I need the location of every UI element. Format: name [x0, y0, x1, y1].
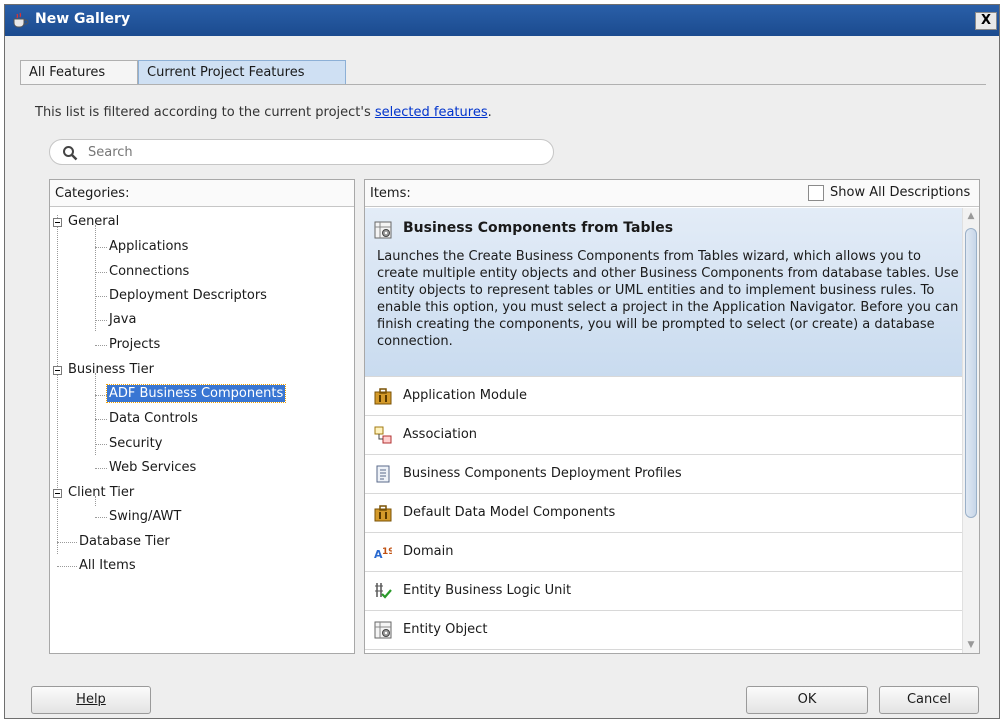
tree-connector	[95, 395, 107, 396]
filter-notice-text: This list is filtered according to the c…	[35, 105, 375, 120]
title-bar: New Gallery X	[5, 5, 999, 36]
list-item-application-module[interactable]: Application Module	[365, 377, 963, 416]
scroll-down-icon[interactable]: ▼	[966, 640, 976, 650]
tree-connector	[95, 444, 107, 445]
tree-node-deployment-descriptors[interactable]: Deployment Descriptors	[107, 287, 269, 304]
tree-node-client-tier[interactable]: Client Tier	[66, 484, 136, 501]
tree-connector	[95, 247, 107, 248]
items-scrollbar[interactable]: ▲ ▼	[962, 208, 979, 653]
filter-notice: This list is filtered according to the c…	[35, 105, 492, 120]
tab-current-project-features[interactable]: Current Project Features	[138, 60, 346, 85]
filter-notice-suffix: .	[487, 105, 492, 120]
domain-icon: A 19	[374, 547, 392, 561]
item-name: Entity Business Logic Unit	[403, 583, 572, 598]
tree-node-data-controls[interactable]: Data Controls	[107, 410, 200, 427]
item-description: Launches the Create Business Components …	[377, 249, 959, 349]
item-name: Default Data Model Components	[403, 505, 616, 520]
ok-button[interactable]: OK	[746, 686, 868, 714]
association-icon	[374, 426, 392, 444]
help-button[interactable]: Help	[31, 686, 151, 714]
deployment-profile-icon	[376, 465, 390, 483]
tree-node-connections[interactable]: Connections	[107, 263, 191, 280]
selected-features-link[interactable]: selected features	[375, 105, 488, 120]
list-item-business-components-from-tables[interactable]: Business Components from Tables Launches…	[365, 208, 963, 377]
categories-panel: Categories: General Applications Connect…	[49, 179, 355, 654]
scroll-up-icon[interactable]: ▲	[966, 211, 976, 221]
search-input[interactable]	[86, 143, 536, 162]
show-all-descriptions-checkbox[interactable]	[808, 185, 824, 201]
tree-node-applications[interactable]: Applications	[107, 238, 190, 255]
tree-connector	[95, 419, 107, 420]
tree-connector	[95, 373, 96, 455]
tree-connector	[95, 320, 107, 321]
tab-all-features[interactable]: All Features	[20, 60, 138, 85]
application-module-icon	[374, 388, 392, 405]
list-item-association[interactable]: Association	[365, 416, 963, 455]
tree-node-security[interactable]: Security	[107, 435, 164, 452]
svg-text:19: 19	[382, 547, 392, 557]
close-button[interactable]: X	[975, 12, 997, 30]
data-model-icon	[374, 505, 392, 522]
collapse-general-icon[interactable]	[53, 218, 62, 227]
item-name: Business Components Deployment Profiles	[403, 466, 682, 481]
tree-node-adf-business-components[interactable]: ADF Business Components	[105, 384, 287, 403]
list-item-deployment-profiles[interactable]: Business Components Deployment Profiles	[365, 455, 963, 494]
tab-divider	[20, 84, 986, 85]
collapse-business-tier-icon[interactable]	[53, 366, 62, 375]
item-name: Entity Object	[403, 622, 488, 637]
show-all-descriptions-label[interactable]: Show All Descriptions	[830, 185, 970, 200]
tree-node-business-tier[interactable]: Business Tier	[66, 361, 156, 378]
items-panel: Items: Show All Descriptions Business Co…	[364, 179, 980, 654]
item-name: Application Module	[403, 388, 528, 403]
search-box[interactable]	[49, 139, 554, 165]
tree-connector	[57, 215, 58, 554]
tree-connector	[95, 272, 107, 273]
tree-connector	[57, 566, 77, 567]
tree-connector	[95, 345, 107, 346]
tree-node-general[interactable]: General	[66, 213, 121, 230]
collapse-client-tier-icon[interactable]	[53, 489, 62, 498]
categories-label: Categories:	[55, 186, 130, 201]
coffee-cup-icon	[13, 12, 29, 28]
item-name: Business Components from Tables	[403, 220, 674, 236]
tree-node-swing-awt[interactable]: Swing/AWT	[107, 508, 183, 525]
entity-object-icon	[374, 621, 392, 639]
tree-connector	[95, 468, 107, 469]
help-label: Help	[76, 692, 106, 707]
close-icon: X	[980, 13, 992, 28]
cancel-label: Cancel	[906, 692, 952, 707]
new-gallery-dialog: New Gallery X All Features Current Proje…	[4, 4, 1000, 719]
bc-tables-icon	[374, 221, 392, 239]
scroll-thumb[interactable]	[965, 228, 977, 518]
list-item-default-data-model-components[interactable]: Default Data Model Components	[365, 494, 963, 533]
tree-node-projects[interactable]: Projects	[107, 336, 162, 353]
ok-label: OK	[797, 692, 817, 707]
items-list: Business Components from Tables Launches…	[365, 208, 963, 653]
items-label: Items:	[370, 186, 411, 201]
window-title: New Gallery	[35, 11, 131, 27]
tree-node-all-items[interactable]: All Items	[77, 557, 138, 574]
list-item-domain[interactable]: A 19 Domain	[365, 533, 963, 572]
tree-connector	[95, 517, 107, 518]
tree-connector	[57, 542, 77, 543]
list-item-entity-business-logic-unit[interactable]: Entity Business Logic Unit	[365, 572, 963, 611]
tree-node-web-services[interactable]: Web Services	[107, 459, 198, 476]
categories-header: Categories:	[50, 180, 354, 207]
cancel-button[interactable]: Cancel	[879, 686, 979, 714]
tree-connector	[95, 296, 107, 297]
search-icon	[63, 146, 78, 161]
tree-node-java[interactable]: Java	[107, 311, 138, 328]
list-item-entity-object[interactable]: Entity Object	[365, 611, 963, 650]
items-header: Items: Show All Descriptions	[365, 180, 979, 207]
tree-node-database-tier[interactable]: Database Tier	[77, 533, 172, 550]
item-name: Association	[403, 427, 478, 442]
business-logic-unit-icon	[375, 583, 392, 599]
item-name: Domain	[403, 544, 454, 559]
tree-connector	[95, 225, 96, 331]
